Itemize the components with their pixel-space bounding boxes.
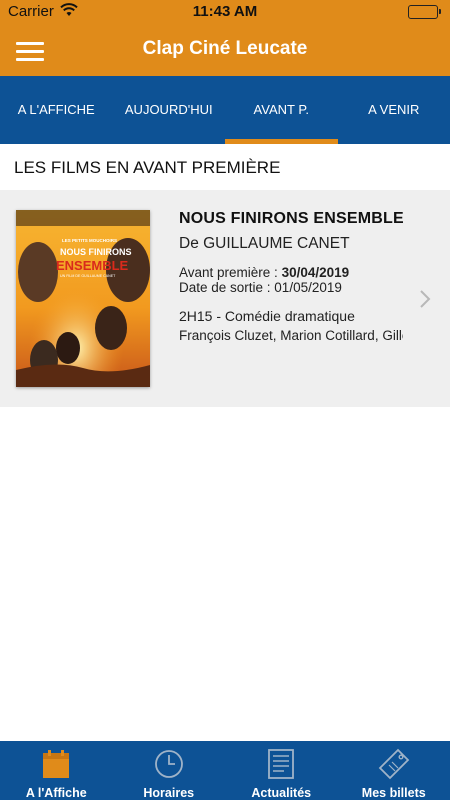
premiere-date-row: Avant première : 30/04/2019 <box>179 265 403 280</box>
top-tab-bar: A L'AFFICHE AUJOURD'HUI AVANT P. A VENIR <box>0 76 450 144</box>
film-director: De GUILLAUME CANET <box>179 235 350 252</box>
film-poster: LES PETITS MOUCHOIRS NOUS FINIRONS ENSEM… <box>16 210 150 387</box>
clock-time: 11:43 AM <box>192 3 258 20</box>
tab-avant-premiere[interactable]: AVANT P. <box>225 76 338 144</box>
battery-icon <box>408 5 441 19</box>
tab-aujourdhui[interactable]: AUJOURD'HUI <box>113 76 226 144</box>
bottom-tab-bar: A l'Affiche Horaires Actualités Mes bill… <box>0 741 450 800</box>
calendar-icon <box>0 748 113 780</box>
film-cast: François Cluzet, Marion Cotillard, Gille… <box>179 328 403 343</box>
premiere-label: Avant première : <box>179 265 282 280</box>
bottom-tab-label: Horaires <box>143 786 195 800</box>
poster-title-line1: NOUS FINIRONS <box>60 247 132 257</box>
ticket-icon <box>338 748 450 780</box>
film-title: NOUS FINIRONS ENSEMBLE <box>179 210 403 227</box>
film-list-item[interactable]: LES PETITS MOUCHOIRS NOUS FINIRONS ENSEM… <box>0 190 450 407</box>
nav-bar: Clap Ciné Leucate <box>0 24 450 76</box>
tab-a-venir[interactable]: A VENIR <box>338 76 450 144</box>
premiere-date: 30/04/2019 <box>281 265 350 280</box>
bottom-tab-label: Mes billets <box>361 786 426 800</box>
newspaper-icon <box>225 748 338 780</box>
bottom-tab-actualites[interactable]: Actualités <box>225 741 338 800</box>
chevron-right-icon <box>418 289 432 309</box>
poster-byline: UN FILM DE GUILLAUME CANET <box>60 274 116 278</box>
release-date: Date de sortie : 01/05/2019 <box>179 280 342 295</box>
bottom-tab-label: A l'Affiche <box>25 786 87 800</box>
bottom-tab-horaires[interactable]: Horaires <box>113 741 226 800</box>
duration-genre: 2H15 - Comédie dramatique <box>179 308 355 324</box>
tab-a-l-affiche[interactable]: A L'AFFICHE <box>0 76 113 144</box>
bottom-tab-label: Actualités <box>251 786 312 800</box>
bottom-tab-mes-billets[interactable]: Mes billets <box>338 741 450 800</box>
app-title: Clap Ciné Leucate <box>142 38 308 59</box>
status-bar: Carrier 11:43 AM <box>0 0 450 24</box>
section-title: LES FILMS EN AVANT PREMIÈRE <box>0 144 450 190</box>
clock-icon <box>113 748 226 780</box>
film-info: NOUS FINIRONS ENSEMBLE De GUILLAUME CANE… <box>179 210 403 343</box>
poster-small-title: LES PETITS MOUCHOIRS <box>62 238 117 243</box>
poster-title-line2: ENSEMBLE <box>56 258 129 273</box>
bottom-tab-a-l-affiche[interactable]: A l'Affiche <box>0 741 113 800</box>
